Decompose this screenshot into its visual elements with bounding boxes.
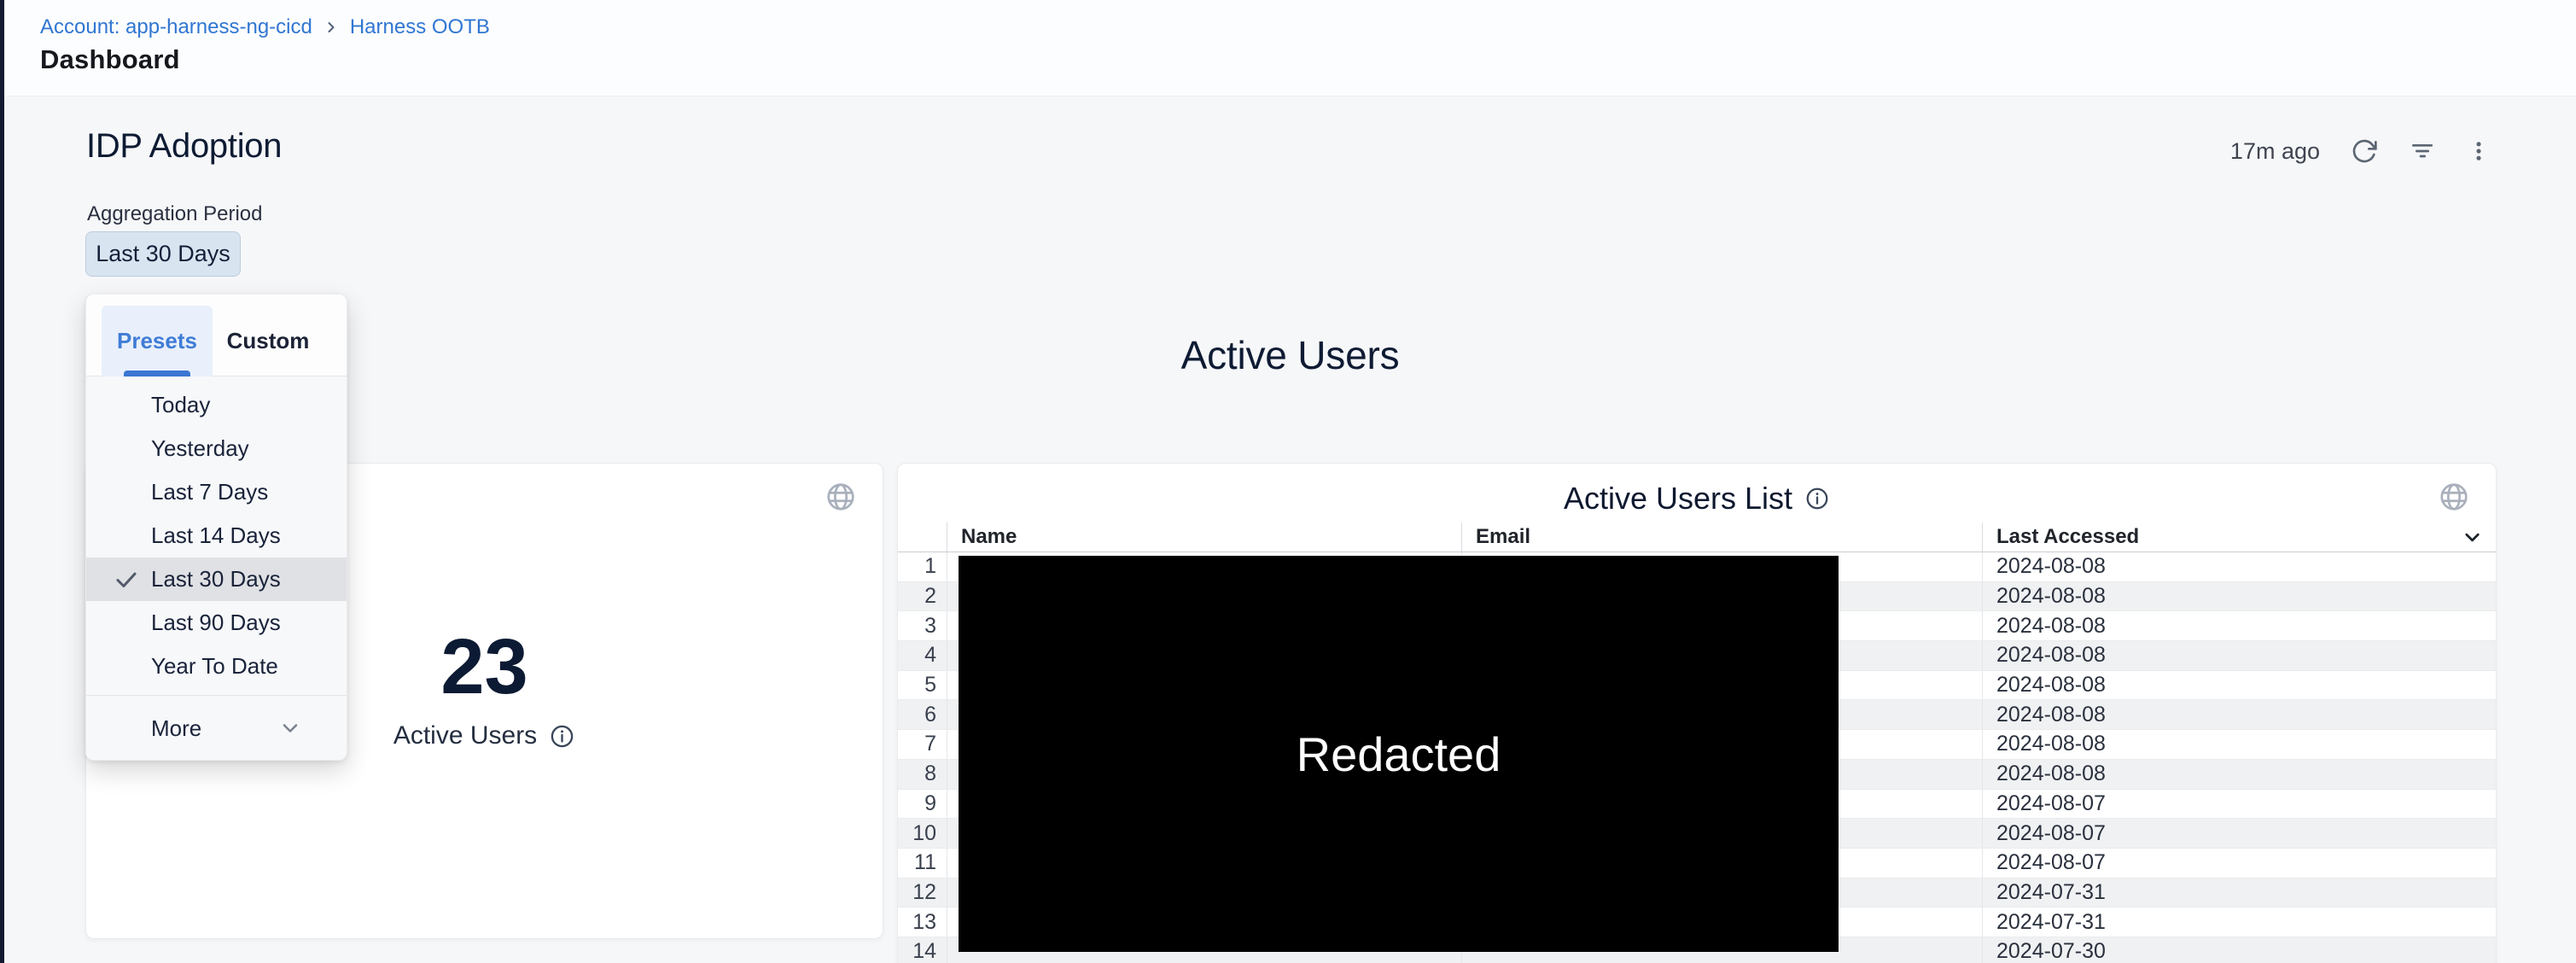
redacted-overlay: Redacted (959, 556, 1839, 952)
check-icon (114, 610, 143, 636)
active-users-heading: Active Users (1181, 332, 1400, 378)
last-accessed-cell: 2024-08-07 (1982, 819, 2496, 848)
check-icon (114, 393, 143, 418)
preset-option[interactable]: Yesterday (86, 427, 347, 470)
tab-presets-label: Presets (117, 328, 197, 354)
chevron-down-icon[interactable] (2461, 526, 2484, 553)
check-icon (114, 480, 143, 505)
row-number-cell: 5 (898, 671, 947, 700)
check-icon (114, 567, 143, 592)
dropdown-tabs: Presets Custom (86, 295, 347, 376)
row-number-cell: 1 (898, 552, 947, 581)
info-icon[interactable] (549, 723, 575, 750)
last-accessed-cell: 2024-07-31 (1982, 878, 2496, 908)
dashboard-canvas: IDP Adoption 17m ago Aggregation Period … (4, 96, 2576, 963)
preset-option[interactable]: Year To Date (86, 645, 347, 688)
column-header-last-accessed[interactable]: Last Accessed (1982, 522, 2496, 552)
preset-option-label: Today (151, 392, 210, 418)
last-accessed-cell: 2024-07-30 (1982, 937, 2496, 963)
row-number-cell: 9 (898, 790, 947, 819)
preset-option[interactable]: Today (86, 383, 347, 427)
row-number-cell: 3 (898, 611, 947, 640)
last-accessed-cell: 2024-08-08 (1982, 552, 2496, 581)
preset-option-label: Last 14 Days (151, 522, 281, 549)
column-header-name[interactable]: Name (947, 522, 1461, 552)
collapsed-sidebar-edge (0, 0, 4, 963)
row-number-cell: 4 (898, 641, 947, 670)
page-header: Account: app-harness-ng-cicd Harness OOT… (4, 0, 2576, 96)
row-number-cell: 12 (898, 878, 947, 908)
tab-presets[interactable]: Presets (102, 306, 213, 376)
breadcrumb-page-link[interactable]: Harness OOTB (350, 15, 490, 39)
preset-option-label: Yesterday (151, 435, 249, 462)
breadcrumb-account-link[interactable]: Account: app-harness-ng-cicd (40, 15, 312, 39)
check-icon (114, 654, 143, 680)
aggregation-period-button[interactable]: Last 30 Days (85, 231, 241, 277)
aggregation-period-dropdown: Presets Custom Today (85, 294, 347, 761)
chevron-down-icon (278, 716, 302, 740)
filter-icon[interactable] (2409, 137, 2436, 165)
last-accessed-cell: 2024-08-08 (1982, 730, 2496, 759)
active-users-list-card: Active Users List Name Email Last Access… (897, 463, 2497, 963)
globe-icon[interactable] (825, 481, 857, 517)
last-accessed-cell: 2024-08-08 (1982, 760, 2496, 789)
preset-option[interactable]: Last 7 Days (86, 470, 347, 514)
row-number-cell: 10 (898, 819, 947, 848)
aggregation-period-label: Aggregation Period (87, 202, 262, 226)
preset-option[interactable]: Last 90 Days (86, 601, 347, 645)
breadcrumb: Account: app-harness-ng-cicd Harness OOT… (40, 15, 490, 39)
active-tab-indicator (124, 371, 190, 376)
check-icon (114, 436, 143, 462)
list-card-title: Active Users List (1564, 481, 1792, 517)
row-number-cell: 2 (898, 582, 947, 611)
last-accessed-cell: 2024-08-08 (1982, 582, 2496, 611)
stat-label: Active Users (393, 721, 537, 750)
last-accessed-cell: 2024-07-31 (1982, 908, 2496, 937)
kebab-menu-icon[interactable] (2467, 139, 2491, 163)
last-accessed-cell: 2024-08-08 (1982, 641, 2496, 670)
preset-options-list: Today Yesterday Last 7 Days (86, 376, 347, 695)
preset-option[interactable]: Last 14 Days (86, 514, 347, 557)
dashboard-page: Account: app-harness-ng-cicd Harness OOT… (0, 0, 2576, 963)
table-header: Name Email Last Accessed (898, 522, 2496, 552)
row-number-header (898, 522, 947, 552)
chevron-right-icon (323, 19, 340, 36)
dashboard-title: IDP Adoption (86, 127, 282, 166)
check-icon (114, 523, 143, 549)
row-number-cell: 13 (898, 908, 947, 937)
row-number-cell: 11 (898, 849, 947, 878)
preset-option-label: Last 90 Days (151, 610, 281, 636)
last-accessed-cell: 2024-08-08 (1982, 611, 2496, 640)
tab-custom[interactable]: Custom (213, 306, 323, 376)
last-accessed-cell: 2024-08-08 (1982, 671, 2496, 700)
row-number-cell: 14 (898, 937, 947, 963)
preset-option-label: Year To Date (151, 653, 278, 680)
tab-custom-label: Custom (227, 328, 310, 354)
preset-option-label: Last 7 Days (151, 479, 268, 505)
list-card-title-row: Active Users List (898, 481, 2496, 517)
info-icon[interactable] (1804, 486, 1830, 511)
row-number-cell: 7 (898, 730, 947, 759)
refresh-icon[interactable] (2351, 137, 2378, 165)
more-label: More (151, 715, 201, 742)
column-header-email[interactable]: Email (1461, 522, 1982, 552)
last-refreshed-label: 17m ago (2230, 138, 2320, 165)
last-accessed-cell: 2024-08-07 (1982, 849, 2496, 878)
last-accessed-cell: 2024-08-08 (1982, 700, 2496, 729)
dashboard-controls: 17m ago (2230, 137, 2491, 165)
row-number-cell: 6 (898, 700, 947, 729)
preset-option-label: Last 30 Days (151, 566, 281, 592)
more-option[interactable]: More (86, 695, 347, 761)
redacted-label: Redacted (1297, 727, 1501, 782)
last-accessed-cell: 2024-08-07 (1982, 790, 2496, 819)
preset-option[interactable]: Last 30 Days (86, 557, 347, 601)
row-number-cell: 8 (898, 760, 947, 789)
page-title: Dashboard (40, 44, 180, 75)
